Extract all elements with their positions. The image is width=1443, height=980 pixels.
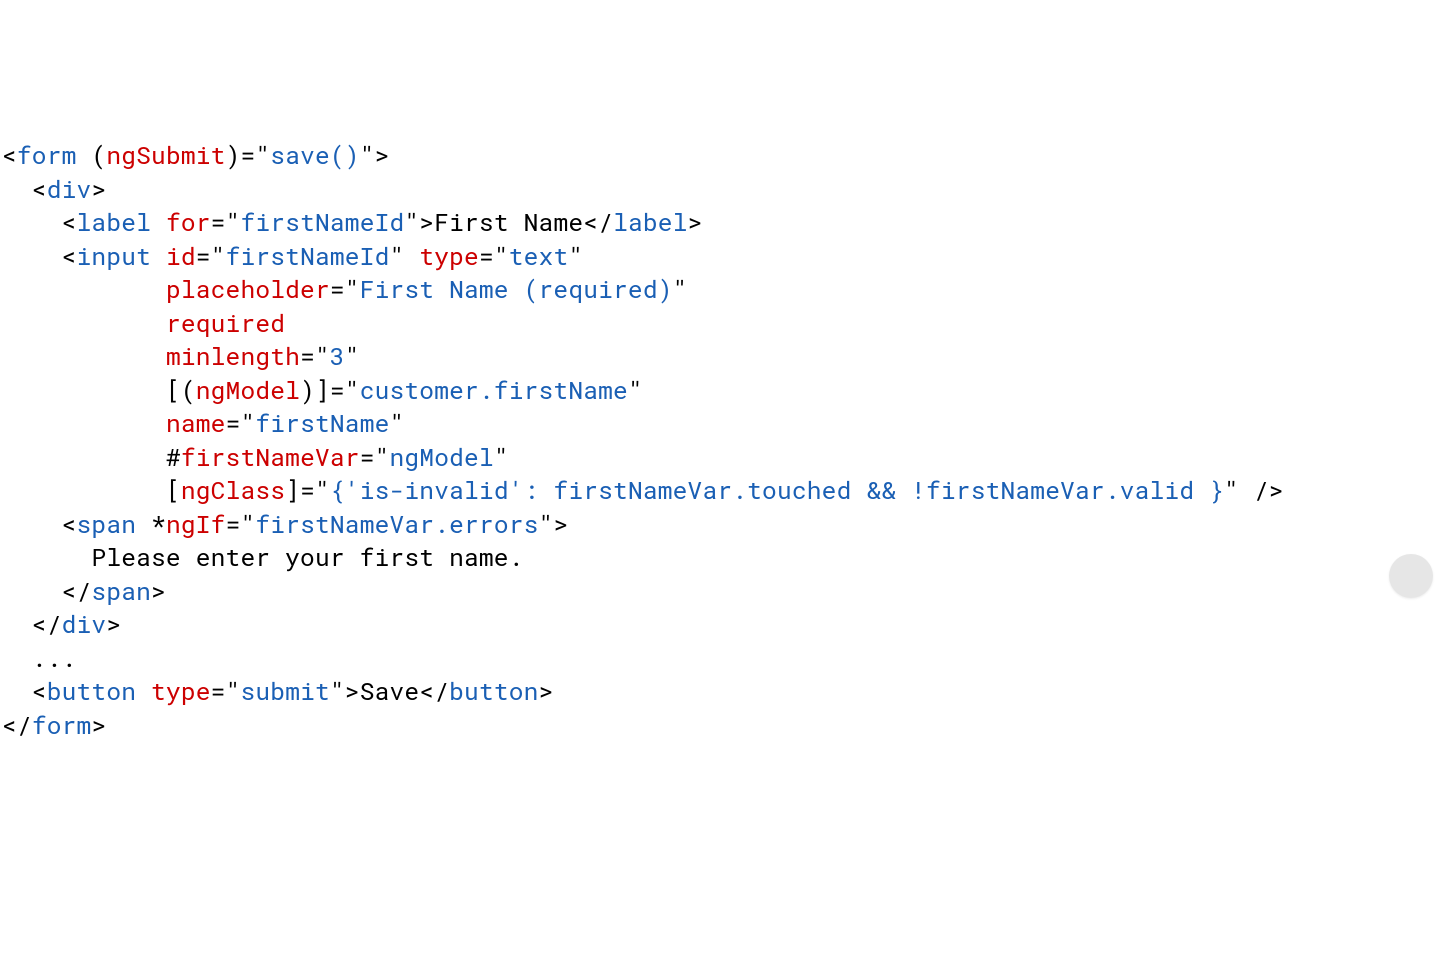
attr-name: name <box>166 406 226 439</box>
punct: =" <box>196 239 226 272</box>
val-firstNameId: firstNameId <box>240 205 404 238</box>
val-errors: firstNameVar.errors <box>255 507 538 540</box>
punct: [( <box>2 373 196 406</box>
punct: " <box>568 239 583 272</box>
punct: " <box>673 272 688 305</box>
text-save: Save <box>360 674 420 707</box>
val-submit: submit <box>240 674 329 707</box>
attr-for: for <box>166 205 211 238</box>
punct: # <box>2 440 181 473</box>
punct: < <box>2 205 77 238</box>
punct: < <box>2 674 47 707</box>
val-ngModel: ngModel <box>390 440 494 473</box>
punct: < <box>2 138 17 171</box>
tag-button-close: button <box>449 674 538 707</box>
punct: ( <box>77 138 107 171</box>
punct: ]=" <box>285 473 330 506</box>
punct: " /> <box>1224 473 1284 506</box>
val-customer-firstName: customer.firstName <box>360 373 628 406</box>
val-save: save() <box>270 138 359 171</box>
punct: </ <box>583 205 613 238</box>
attr-ngClass: ngClass <box>181 473 285 506</box>
punct: </ <box>2 607 62 640</box>
punct: > <box>151 574 166 607</box>
ellipsis: ... <box>2 641 77 674</box>
tag-label-close: label <box>613 205 688 238</box>
attr-ngModel: ngModel <box>196 373 300 406</box>
play-button[interactable] <box>1389 554 1433 598</box>
tag-form: form <box>17 138 77 171</box>
punct: " <box>494 440 509 473</box>
tag-span-close: span <box>91 574 151 607</box>
punct: > <box>688 205 703 238</box>
punct: "> <box>539 507 569 540</box>
punct: * <box>136 507 166 540</box>
tmpl-firstNameVar: firstNameVar <box>181 440 360 473</box>
punct: =" <box>479 239 509 272</box>
tag-button: button <box>47 674 136 707</box>
attr-ngSubmit: ngSubmit <box>106 138 225 171</box>
val-3: 3 <box>330 339 345 372</box>
punct: )]=" <box>300 373 360 406</box>
punct: =" <box>300 339 330 372</box>
attr-type: type <box>419 239 479 272</box>
tag-input: input <box>77 239 152 272</box>
punct: > <box>539 674 554 707</box>
val-ngClass-expr: {'is-invalid': firstNameVar.touched && !… <box>330 473 1224 506</box>
punct: < <box>2 172 47 205</box>
tag-span: span <box>77 507 137 540</box>
punct: > <box>91 708 106 741</box>
punct: < <box>2 507 77 540</box>
val-firstName: firstName <box>255 406 389 439</box>
tag-div: div <box>47 172 92 205</box>
punct: "> <box>330 674 360 707</box>
indent <box>2 272 166 305</box>
punct: "> <box>360 138 390 171</box>
tag-label: label <box>77 205 152 238</box>
punct <box>136 674 151 707</box>
punct: </ <box>419 674 449 707</box>
attr-ngIf: ngIf <box>166 507 226 540</box>
text-firstname: First Name <box>434 205 583 238</box>
attr-minlength: minlength <box>166 339 300 372</box>
punct: </ <box>2 708 32 741</box>
text-error-msg: Please enter your first name. <box>2 540 524 573</box>
punct: [ <box>2 473 181 506</box>
punct: > <box>91 172 106 205</box>
punct: =" <box>211 674 241 707</box>
punct <box>151 239 166 272</box>
punct <box>151 205 166 238</box>
indent <box>2 406 166 439</box>
punct: " <box>628 373 643 406</box>
attr-required: required <box>166 306 285 339</box>
val-firstNameId: firstNameId <box>226 239 390 272</box>
punct: " <box>390 406 405 439</box>
punct: > <box>106 607 121 640</box>
attr-id: id <box>166 239 196 272</box>
attr-type: type <box>151 674 211 707</box>
punct: =" <box>226 406 256 439</box>
punct: =" <box>330 272 360 305</box>
punct: )=" <box>226 138 271 171</box>
punct: " <box>390 239 420 272</box>
punct: < <box>2 239 77 272</box>
punct: " <box>345 339 360 372</box>
punct: =" <box>211 205 241 238</box>
code-block: <form (ngSubmit)="save()"> <div> <label … <box>2 138 1441 741</box>
attr-placeholder: placeholder <box>166 272 330 305</box>
val-placeholder: First Name (required) <box>360 272 673 305</box>
tag-form-close: form <box>32 708 92 741</box>
indent <box>2 339 166 372</box>
punct: </ <box>2 574 91 607</box>
punct: "> <box>404 205 434 238</box>
indent <box>2 306 166 339</box>
punct: =" <box>360 440 390 473</box>
tag-div-close: div <box>62 607 107 640</box>
punct: =" <box>226 507 256 540</box>
val-text: text <box>509 239 569 272</box>
